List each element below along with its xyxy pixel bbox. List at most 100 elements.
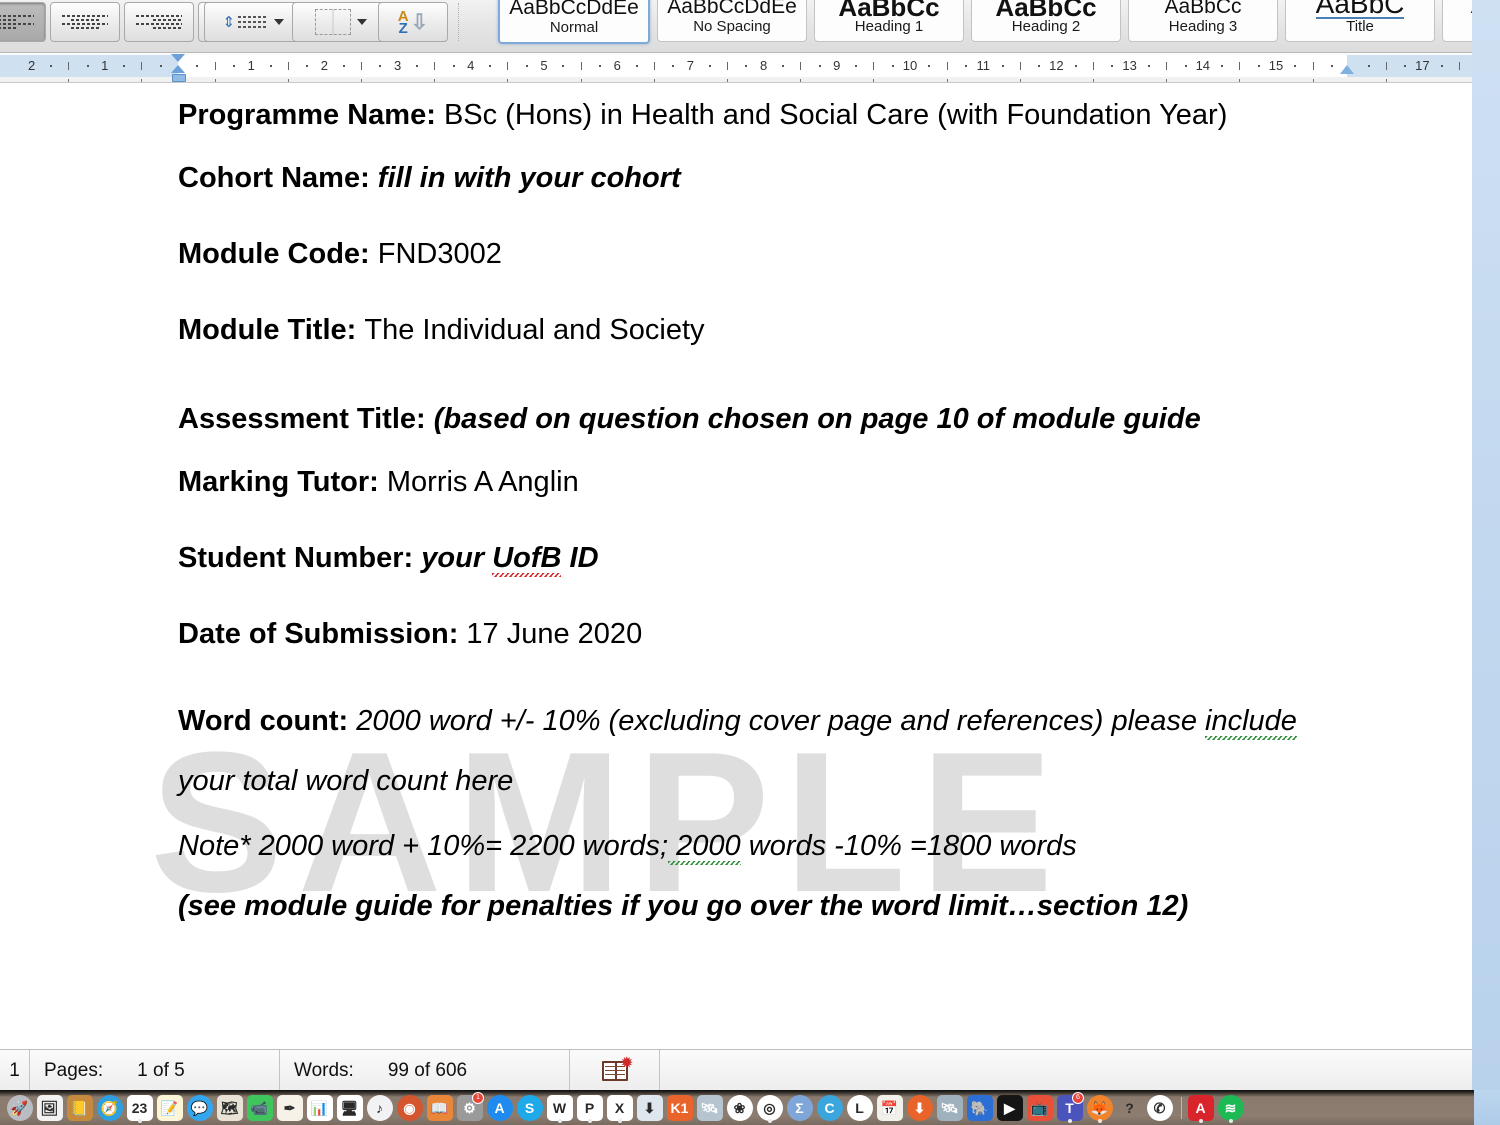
dock-item-webex[interactable]: 🛰 — [936, 1093, 963, 1123]
dock-item-maps[interactable]: 🗺 — [216, 1093, 243, 1123]
dock-item-calendar-alt[interactable]: 📅 — [876, 1093, 903, 1123]
hanging-indent-icon[interactable] — [171, 65, 185, 73]
dock-item-whatsapp[interactable]: ✆ — [1146, 1093, 1173, 1123]
photos-color-icon[interactable]: ❀ — [726, 1094, 753, 1121]
dock-item-downloader[interactable]: ⬇ — [906, 1093, 933, 1123]
horizontal-ruler[interactable]: 2 1 1 2 3 4 5 6 7 8 9 10 11 12 13 14 15 17 — [0, 53, 1472, 83]
calendar-alt-icon[interactable]: 📅 — [876, 1094, 903, 1121]
dock-item-microsoft-powerpoint[interactable]: P — [576, 1093, 603, 1123]
photos-icon[interactable]: 🖼 — [36, 1094, 63, 1121]
style-heading-1[interactable]: AaBbCc Heading 1 — [814, 0, 964, 42]
microsoft-excel-icon[interactable]: X — [606, 1094, 633, 1121]
left-indent-box-icon[interactable] — [172, 74, 186, 82]
screen-recorder-icon[interactable]: 📺 — [1026, 1094, 1053, 1121]
downloader-icon[interactable]: ⬇ — [906, 1094, 933, 1121]
dock-item-pages[interactable]: ✒ — [276, 1093, 303, 1123]
dock-item-facetime[interactable]: 📹 — [246, 1093, 273, 1123]
style-normal[interactable]: AaBbCcDdEe Normal — [498, 0, 650, 44]
first-line-indent-icon[interactable] — [171, 54, 185, 62]
paragraph-word-count[interactable]: Word count: 2000 word +/- 10% (excluding… — [178, 691, 1353, 811]
dock-item-photos-color[interactable]: ❀ — [726, 1093, 753, 1123]
dock-item-messages[interactable]: 💬 — [186, 1093, 213, 1123]
sigma-app-icon[interactable]: Σ — [786, 1094, 813, 1121]
itunes-icon[interactable]: ♪ — [366, 1094, 393, 1121]
style-subtitle[interactable]: AaBbCcD Subtitle — [1442, 0, 1472, 42]
launchpad-icon[interactable]: 🚀 — [6, 1094, 33, 1121]
contacts-icon[interactable]: 📒 — [66, 1094, 93, 1121]
align-left-button[interactable] — [0, 2, 46, 42]
c-app-icon[interactable]: C — [816, 1094, 843, 1121]
align-center-button[interactable] — [50, 2, 120, 42]
paragraph-programme-name[interactable]: Programme Name: BSc (Hons) in Health and… — [178, 85, 1238, 145]
adobe-acrobat-icon[interactable]: A — [1187, 1094, 1214, 1121]
status-pages[interactable]: Pages: 1 of 5 — [30, 1050, 280, 1090]
ibooks-icon[interactable]: 📖 — [426, 1094, 453, 1121]
dock-item-firefox[interactable]: 🦊 — [1086, 1093, 1113, 1123]
dock-item-microsoft-word[interactable]: W — [546, 1093, 573, 1123]
paragraph-module-code[interactable]: Module Code: FND3002 — [178, 237, 1363, 271]
notes-icon[interactable]: 📝 — [156, 1094, 183, 1121]
calendar-icon[interactable]: 23 — [126, 1094, 153, 1121]
facetime-icon[interactable]: 📹 — [246, 1094, 273, 1121]
evernote-icon[interactable]: 🐘 — [966, 1094, 993, 1121]
document-canvas[interactable]: SAMPLE Programme Name: BSc (Hons) in Hea… — [0, 83, 1472, 1048]
paragraph-cohort-name[interactable]: Cohort Name: fill in with your cohort — [178, 161, 1363, 195]
paragraph-student-number[interactable]: Student Number: your UofB ID — [178, 541, 1363, 580]
messages-icon[interactable]: 💬 — [186, 1094, 213, 1121]
dock-item-microsoft-excel[interactable]: X — [606, 1093, 633, 1123]
dock-item-kindle[interactable]: K1 — [666, 1093, 693, 1123]
dock-item-spotify[interactable]: ≋ — [1217, 1093, 1244, 1123]
grammar-flag-2000[interactable]: 2000 — [668, 830, 741, 865]
dock-item-contacts[interactable]: 📒 — [66, 1093, 93, 1123]
dock-item-ibooks[interactable]: 📖 — [426, 1093, 453, 1123]
dock-item-photos[interactable]: 🖼 — [36, 1093, 63, 1123]
paragraph-date-of-submission[interactable]: Date of Submission: 17 June 2020 — [178, 617, 1363, 651]
misspelled-word-uofb[interactable]: UofB — [492, 542, 562, 580]
status-section-number[interactable]: 1 — [0, 1050, 30, 1090]
firefox-icon[interactable]: 🦊 — [1086, 1094, 1113, 1121]
video-player-icon[interactable]: ▶ — [996, 1094, 1023, 1121]
microsoft-word-icon[interactable]: W — [546, 1094, 573, 1121]
microsoft-powerpoint-icon[interactable]: P — [576, 1094, 603, 1121]
dock-item-calendar[interactable]: 23 — [126, 1093, 153, 1123]
maps-icon[interactable]: 🗺 — [216, 1094, 243, 1121]
style-no-spacing[interactable]: AaBbCcDdEe No Spacing — [657, 0, 807, 42]
dock-item-screen-sharing[interactable]: 🛰 — [696, 1093, 723, 1123]
right-indent-marker[interactable] — [1340, 65, 1354, 74]
dock-item-microsoft-teams[interactable]: T6 — [1056, 1091, 1084, 1123]
dock-item-help-viewer[interactable]: ? — [1116, 1093, 1143, 1123]
dock-item-skype[interactable]: S — [516, 1093, 543, 1123]
align-right-button[interactable] — [124, 2, 194, 42]
dock-item-notes[interactable]: 📝 — [156, 1093, 183, 1123]
screen-sharing-icon[interactable]: 🛰 — [696, 1094, 723, 1121]
spotify-icon[interactable]: ≋ — [1217, 1094, 1244, 1121]
dock-item-c-app[interactable]: C — [816, 1093, 843, 1123]
dock-item-evernote[interactable]: 🐘 — [966, 1093, 993, 1123]
paragraph-penalties-note[interactable]: (see module guide for penalties if you g… — [178, 889, 1363, 923]
dock-item-lastpass[interactable]: L — [846, 1093, 873, 1123]
dock-item-launchpad[interactable]: 🚀 — [6, 1093, 33, 1123]
dock-item-utorrent[interactable]: ⬇ — [636, 1093, 663, 1123]
podcasts-icon[interactable]: ◉ — [396, 1094, 423, 1121]
dock-item-itunes[interactable]: ♪ — [366, 1093, 393, 1123]
macos-dock[interactable]: 🚀 🖼 📒 🧭 23 📝 💬 🗺 📹 ✒ 📊 🖥 ♪ ◉ 📖 ⚙ 1 A S W P X ⬇ K1 🛰 ❀ ◎ Σ C L 📅 ⬇ 🛰 🐘 ▶ 📺 T 6… — [0, 1090, 1500, 1125]
safari-icon[interactable]: 🧭 — [96, 1094, 123, 1121]
utorrent-icon[interactable]: ⬇ — [636, 1094, 663, 1121]
style-heading-3[interactable]: AaBbCc Heading 3 — [1128, 0, 1278, 42]
status-proofing[interactable]: ✹ — [570, 1050, 660, 1090]
keynote-icon[interactable]: 🖥 — [336, 1094, 363, 1121]
document-body[interactable]: Programme Name: BSc (Hons) in Health and… — [178, 83, 1363, 923]
dock-item-adobe-acrobat[interactable]: A — [1187, 1093, 1214, 1123]
style-title[interactable]: AaBbC Title — [1285, 0, 1435, 42]
google-chrome-icon[interactable]: ◎ — [756, 1094, 783, 1121]
numbers-icon[interactable]: 📊 — [306, 1094, 333, 1121]
lastpass-icon[interactable]: L — [846, 1094, 873, 1121]
paragraph-module-title[interactable]: Module Title: The Individual and Society — [178, 313, 1363, 347]
kindle-icon[interactable]: K1 — [666, 1094, 693, 1121]
whatsapp-icon[interactable]: ✆ — [1146, 1094, 1173, 1121]
dock-item-system-preferences[interactable]: ⚙ 1 — [456, 1091, 484, 1123]
paragraph-marking-tutor[interactable]: Marking Tutor: Morris A Anglin — [178, 465, 1363, 499]
dock-item-video-player[interactable]: ▶ — [996, 1093, 1023, 1123]
paragraph-assessment-title[interactable]: Assessment Title: (based on question cho… — [178, 389, 1238, 449]
dock-item-numbers[interactable]: 📊 — [306, 1093, 333, 1123]
